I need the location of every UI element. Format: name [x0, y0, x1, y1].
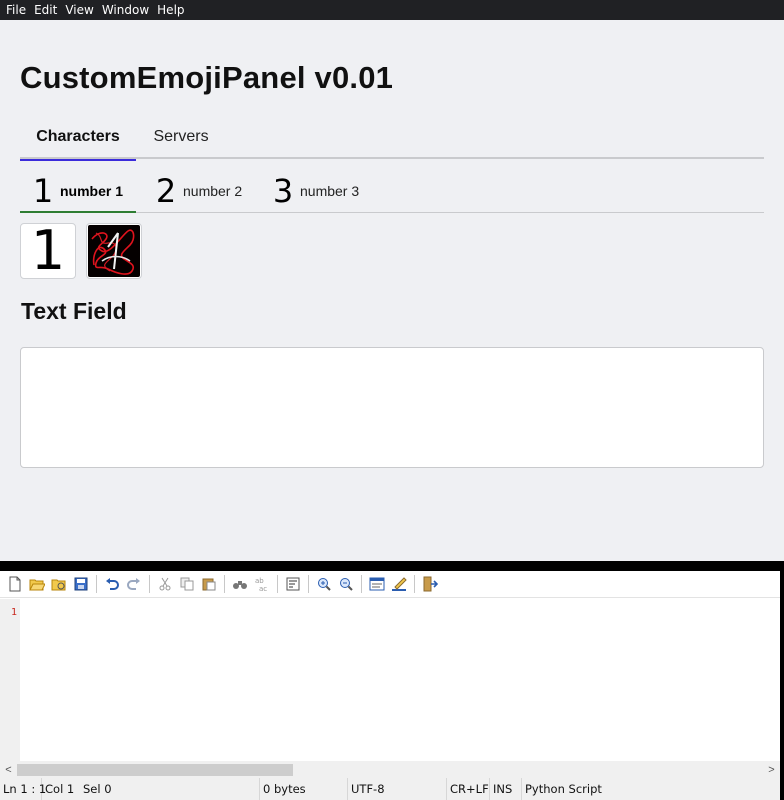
toolbar-separator	[96, 575, 97, 593]
status-bar: Ln 1 : 1 Col 1 Sel 0 0 bytes UTF-8 CR+LF…	[0, 778, 780, 800]
menu-help[interactable]: Help	[153, 0, 188, 20]
tab-characters[interactable]: Characters	[20, 118, 136, 161]
status-insert-mode: INS	[490, 778, 522, 800]
toolbar-separator	[308, 575, 309, 593]
sub-tab-number-3-label: number 3	[300, 183, 360, 199]
toolbar-separator	[414, 575, 415, 593]
cut-icon[interactable]	[154, 573, 176, 595]
exit-icon[interactable]	[419, 573, 441, 595]
emoji-button-scribble[interactable]	[86, 223, 142, 279]
sub-tab-number-2[interactable]: 2 number 2	[153, 170, 253, 212]
menubar: File Edit View Window Help	[0, 0, 784, 20]
menu-file[interactable]: File	[2, 0, 30, 20]
text-field-input[interactable]	[20, 347, 764, 468]
page-title: CustomEmojiPanel v0.01	[20, 60, 394, 95]
emoji-button-one[interactable]: 1	[20, 223, 76, 279]
status-eol: CR+LF	[447, 778, 490, 800]
scroll-left-icon[interactable]: <	[0, 764, 17, 776]
status-encoding: UTF-8	[348, 778, 447, 800]
toolbar-separator	[224, 575, 225, 593]
tab-servers-label: Servers	[153, 128, 209, 145]
menu-view[interactable]: View	[61, 0, 97, 20]
character-sub-tabs: 1 number 1 2 number 2 3 number 3	[20, 170, 764, 213]
horizontal-scrollbar[interactable]: < >	[0, 761, 780, 778]
find-icon[interactable]	[229, 573, 251, 595]
emoji-panel-app: CustomEmojiPanel v0.01 Characters Server…	[0, 20, 784, 561]
sub-tab-number-1-glyph: 1	[32, 172, 54, 210]
status-column: Col 1	[45, 782, 75, 796]
scroll-thumb[interactable]	[17, 764, 293, 776]
status-position: Ln 1 : 1	[0, 778, 46, 800]
sub-tab-number-2-label: number 2	[183, 183, 243, 199]
zoom-in-icon[interactable]	[313, 573, 335, 595]
tab-characters-label: Characters	[36, 128, 120, 145]
sub-tab-number-2-glyph: 2	[155, 172, 177, 210]
main-tabs: Characters Servers	[20, 118, 764, 161]
sub-tab-number-3[interactable]: 3 number 3	[270, 170, 370, 212]
sub-tab-number-3-glyph: 3	[272, 172, 294, 210]
line-number: 1	[10, 607, 17, 618]
svg-text:ac: ac	[259, 585, 267, 592]
toolbar-separator	[277, 575, 278, 593]
editor-toolbar: ab ac	[0, 571, 780, 598]
sub-tab-number-1-label: number 1	[60, 183, 124, 199]
red-scribble-one-icon	[88, 225, 140, 277]
code-text-area[interactable]	[20, 599, 780, 761]
properties-icon[interactable]	[366, 573, 388, 595]
wrap-icon[interactable]	[282, 573, 304, 595]
line-number-gutter: 1	[0, 599, 20, 761]
zoom-out-icon[interactable]	[335, 573, 357, 595]
toolbar-separator	[149, 575, 150, 593]
scroll-track[interactable]	[17, 761, 763, 778]
edit-icon[interactable]	[388, 573, 410, 595]
text-field-heading: Text Field	[21, 298, 127, 324]
menu-edit[interactable]: Edit	[30, 0, 61, 20]
save-icon[interactable]	[70, 573, 92, 595]
sub-tab-number-1[interactable]: 1 number 1	[20, 170, 136, 213]
open-file-icon[interactable]	[26, 573, 48, 595]
replace-icon[interactable]: ab ac	[251, 573, 273, 595]
status-language: Python Script	[525, 782, 602, 796]
status-size: 0 bytes	[260, 778, 348, 800]
undo-icon[interactable]	[101, 573, 123, 595]
new-file-icon[interactable]	[4, 573, 26, 595]
toolbar-separator	[361, 575, 362, 593]
menu-window[interactable]: Window	[98, 0, 153, 20]
scroll-right-icon[interactable]: >	[763, 764, 780, 776]
svg-text:ab: ab	[255, 577, 264, 585]
paste-icon[interactable]	[198, 573, 220, 595]
redo-icon[interactable]	[123, 573, 145, 595]
tab-servers[interactable]: Servers	[138, 118, 224, 159]
emoji-one-glyph: 1	[30, 223, 66, 279]
copy-icon[interactable]	[176, 573, 198, 595]
code-editor: ab ac 1 < > Ln 1 : 1 Col 1 Sel 0 0 bytes …	[0, 571, 780, 800]
open-folder-icon[interactable]	[48, 573, 70, 595]
status-selection: Sel 0	[80, 778, 260, 800]
